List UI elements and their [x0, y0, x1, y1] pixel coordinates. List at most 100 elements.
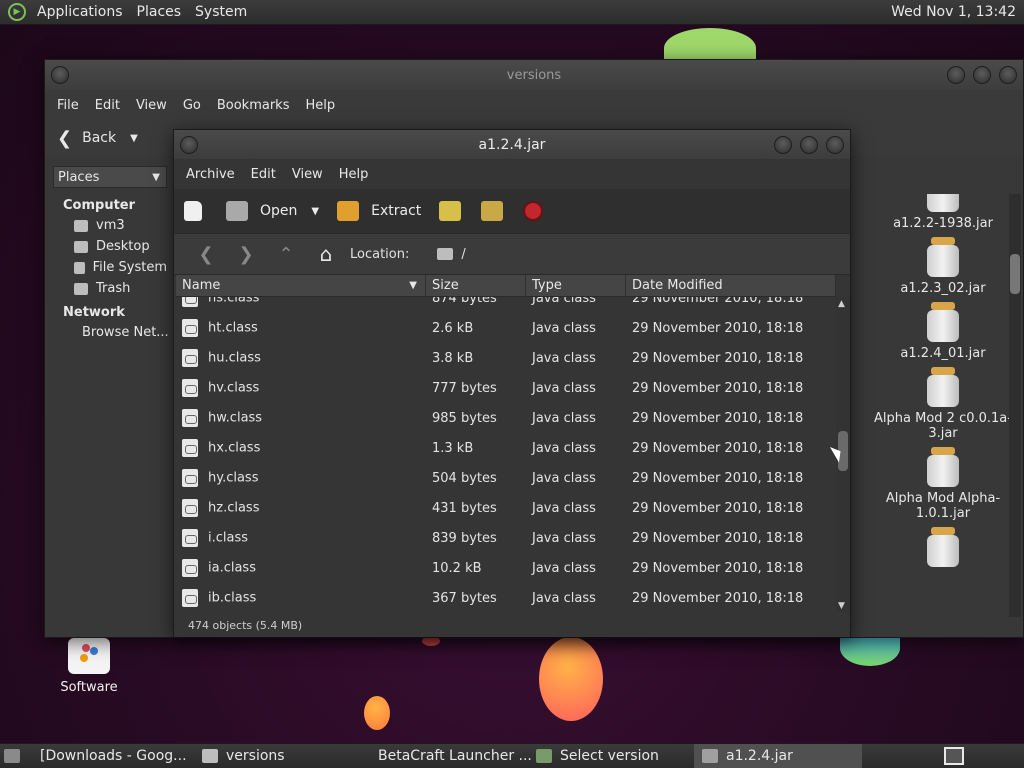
add-folder-button[interactable] — [481, 201, 504, 221]
places-dropdown-label: Places — [58, 169, 100, 185]
java-class-file-icon — [182, 529, 198, 547]
taskbar-item-archive[interactable]: a1.2.4.jar — [694, 743, 862, 768]
stop-button[interactable] — [523, 201, 544, 221]
window-menu-button[interactable] — [180, 136, 198, 154]
window-menu-button[interactable] — [51, 66, 69, 84]
menu-file[interactable]: File — [49, 98, 87, 113]
minimize-button[interactable] — [947, 66, 965, 84]
show-desktop-button[interactable] — [0, 744, 24, 768]
menu-logo-icon[interactable]: ▶ — [8, 3, 26, 21]
jar-file-item[interactable]: Alpha Mod Alpha-1.0.1.jar — [873, 447, 1013, 521]
menu-view[interactable]: View — [128, 98, 175, 113]
back-button[interactable]: ❮ Back ▼ — [57, 128, 138, 149]
table-row[interactable]: hv.class 777 bytes Java class 29 Novembe… — [176, 373, 836, 403]
menu-edit[interactable]: Edit — [243, 167, 284, 182]
taskbar-item-downloads[interactable]: [Downloads - Goog... — [24, 744, 194, 768]
column-header-type[interactable]: Type — [526, 274, 626, 297]
panel-clock[interactable]: Wed Nov 1, 13:42 — [891, 4, 1024, 20]
jar-icon — [927, 447, 959, 487]
open-button[interactable]: Open — [226, 201, 297, 221]
back-arrow-icon[interactable]: ❮ — [186, 244, 226, 265]
software-icon — [68, 638, 110, 674]
back-label: Back — [82, 130, 117, 146]
up-arrow-icon[interactable]: ⌃ — [266, 244, 306, 265]
menu-help[interactable]: Help — [297, 98, 343, 113]
home-icon[interactable]: ⌂ — [306, 242, 346, 266]
archive-titlebar[interactable]: a1.2.4.jar — [174, 130, 850, 159]
panel-menu-applications[interactable]: Applications — [30, 4, 130, 20]
column-header-name[interactable]: Name ▼ — [176, 274, 426, 297]
scrollbar-thumb[interactable] — [1010, 254, 1020, 294]
new-archive-button[interactable] — [184, 201, 202, 221]
taskbar-item-select-version[interactable]: Select version — [528, 744, 694, 768]
workspace-switcher[interactable] — [944, 744, 964, 768]
table-row[interactable]: hw.class 985 bytes Java class 29 Novembe… — [176, 403, 836, 433]
column-header-date[interactable]: Date Modified — [626, 274, 836, 297]
menu-bookmarks[interactable]: Bookmarks — [209, 98, 298, 113]
extract-button[interactable]: Extract — [337, 201, 421, 221]
file-name: ia.class — [208, 560, 256, 576]
table-row[interactable]: hx.class 1.3 kB Java class 29 November 2… — [176, 433, 836, 463]
taskbar-item-label: Select version — [560, 748, 659, 764]
sidebar-item-file-system[interactable]: File System — [49, 257, 167, 278]
close-button[interactable] — [999, 66, 1017, 84]
menu-help[interactable]: Help — [331, 167, 377, 182]
sidebar-heading-computer: Computer — [63, 198, 136, 213]
places-sidebar: Places ▼ Computer vm3 Desktop File Syste… — [49, 162, 169, 636]
workspace-icon — [944, 747, 964, 765]
close-button[interactable] — [826, 136, 844, 154]
show-desktop-icon — [4, 749, 20, 763]
menu-view[interactable]: View — [284, 167, 331, 182]
table-row[interactable]: ht.class 2.6 kB Java class 29 November 2… — [176, 313, 836, 343]
file-type: Java class — [532, 297, 596, 306]
sidebar-item-trash[interactable]: Trash — [49, 278, 167, 299]
menu-edit[interactable]: Edit — [87, 98, 128, 113]
scroll-up-arrow-icon[interactable]: ▲ — [838, 299, 845, 309]
places-dropdown[interactable]: Places ▼ — [53, 166, 167, 188]
table-row[interactable]: i.class 839 bytes Java class 29 November… — [176, 523, 836, 553]
taskbar-item-versions[interactable]: versions — [194, 744, 362, 768]
scroll-down-arrow-icon[interactable]: ▼ — [838, 601, 845, 611]
panel-menu-places[interactable]: Places — [130, 4, 189, 20]
table-row[interactable]: hu.class 3.8 kB Java class 29 November 2… — [176, 343, 836, 373]
jar-file-item[interactable]: a1.2.2-1938.jar — [873, 194, 1013, 231]
file-size: 777 bytes — [432, 380, 497, 396]
table-row[interactable]: hs.class 874 bytes Java class 29 Novembe… — [176, 297, 836, 313]
table-row[interactable]: ia.class 10.2 kB Java class 29 November … — [176, 553, 836, 583]
versions-titlebar[interactable]: versions — [45, 60, 1023, 90]
sidebar-item-browse-network[interactable]: Browse Net... — [49, 322, 169, 343]
jar-icon — [927, 194, 959, 212]
jar-file-label: a1.2.4_01.jar — [900, 346, 986, 361]
taskbar-item-betacraft[interactable]: BetaCraft Launcher ... — [362, 744, 532, 768]
file-size: 367 bytes — [432, 590, 497, 606]
jar-file-item[interactable] — [873, 527, 1013, 567]
file-date: 29 November 2010, 18:18 — [632, 530, 804, 546]
jar-file-item[interactable]: a1.2.4_01.jar — [873, 302, 1013, 361]
icon-view-scrollbar[interactable] — [1009, 194, 1021, 617]
desktop-icon-software[interactable]: Software — [44, 638, 134, 695]
panel-menu-system[interactable]: System — [188, 4, 254, 20]
maximize-button[interactable] — [973, 66, 991, 84]
open-dropdown-button[interactable]: ▼ — [311, 206, 319, 217]
file-type: Java class — [532, 410, 596, 426]
table-row[interactable]: hz.class 431 bytes Java class 29 Novembe… — [176, 493, 836, 523]
location-path[interactable]: / — [461, 247, 465, 262]
sidebar-item-desktop[interactable]: Desktop — [49, 236, 167, 257]
table-row[interactable]: hy.class 504 bytes Java class 29 Novembe… — [176, 463, 836, 493]
table-row[interactable]: ib.class 367 bytes Java class 29 Novembe… — [176, 583, 836, 613]
jar-file-item[interactable]: Alpha Mod 2 c0.0.1a-3.jar — [873, 367, 1013, 441]
menu-go[interactable]: Go — [175, 98, 209, 113]
add-files-button[interactable] — [439, 201, 462, 221]
wallpaper-bubble-orange — [539, 637, 603, 721]
column-header-size[interactable]: Size — [426, 274, 526, 297]
window-title: a1.2.4.jar — [478, 136, 546, 153]
back-history-dropdown-icon[interactable]: ▼ — [130, 133, 138, 144]
sidebar-item-vm3[interactable]: vm3 — [49, 215, 167, 236]
taskbar: [Downloads - Goog... versions BetaCraft … — [0, 743, 1024, 768]
forward-arrow-icon[interactable]: ❯ — [226, 244, 266, 265]
minimize-button[interactable] — [774, 136, 792, 154]
menu-archive[interactable]: Archive — [178, 167, 243, 182]
maximize-button[interactable] — [800, 136, 818, 154]
file-size: 985 bytes — [432, 410, 497, 426]
jar-file-item[interactable]: a1.2.3_02.jar — [873, 237, 1013, 296]
